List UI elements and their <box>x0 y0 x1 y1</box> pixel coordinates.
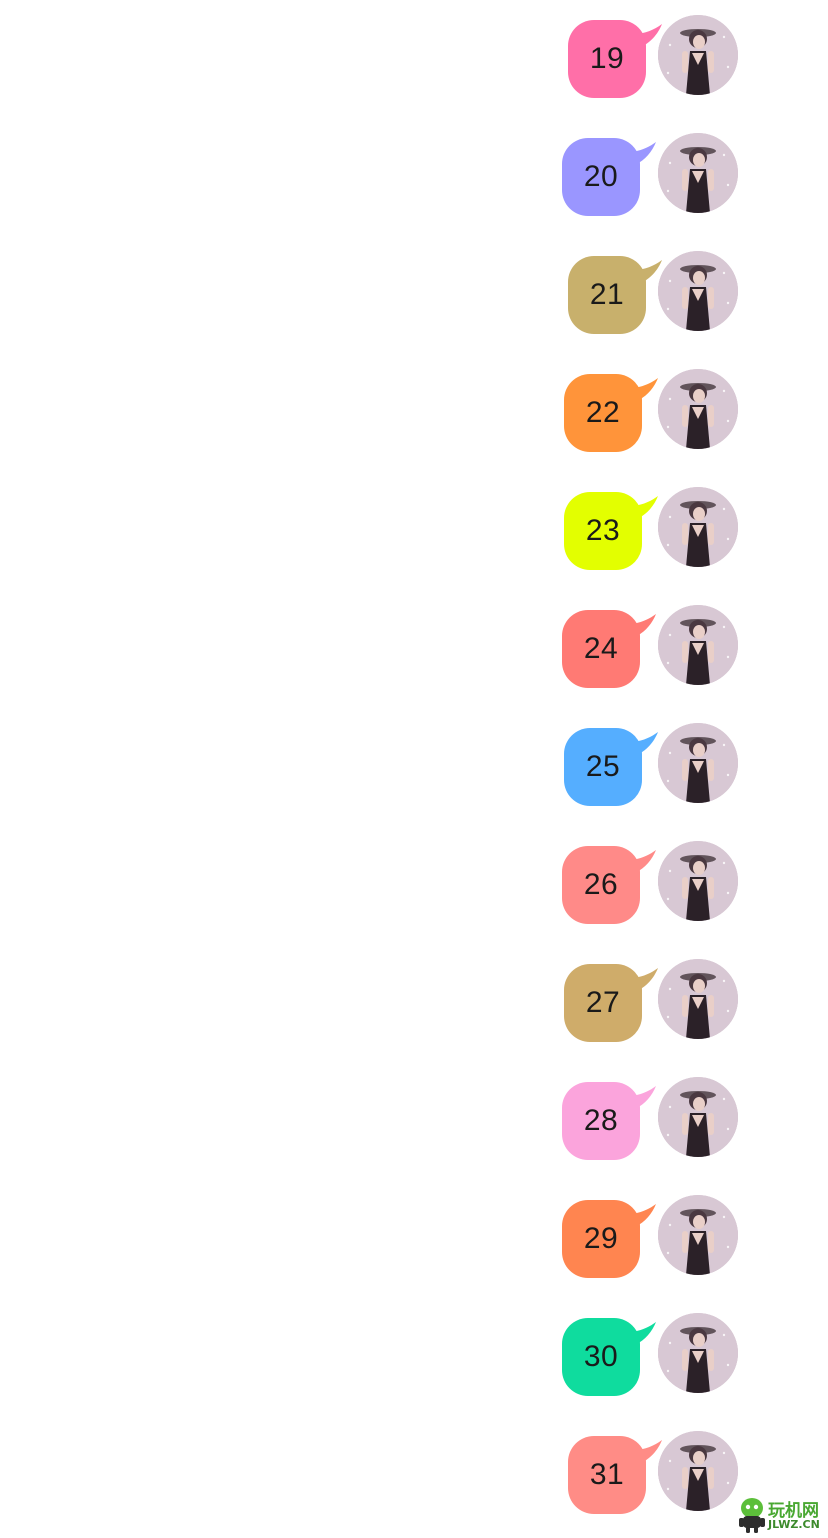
message-row[interactable]: 27 <box>560 944 800 1044</box>
user-avatar-photo-icon <box>658 251 738 331</box>
watermark-logo <box>739 1498 765 1533</box>
message-row[interactable]: 25 <box>560 708 800 808</box>
message-bubble-wrap[interactable]: 31 <box>568 1436 668 1516</box>
message-row[interactable]: 29 <box>560 1180 800 1280</box>
message-bubble[interactable]: 22 <box>564 374 642 452</box>
message-bubble-wrap[interactable]: 29 <box>562 1200 662 1280</box>
message-bubble-wrap[interactable]: 25 <box>564 728 664 808</box>
user-avatar[interactable] <box>658 1077 738 1157</box>
user-avatar-photo-icon <box>658 723 738 803</box>
user-avatar[interactable] <box>658 487 738 567</box>
user-avatar[interactable] <box>658 1431 738 1511</box>
message-row[interactable]: 21 <box>560 236 800 336</box>
message-bubble-wrap[interactable]: 30 <box>562 1318 662 1398</box>
message-bubble[interactable]: 28 <box>562 1082 640 1160</box>
message-bubble[interactable]: 31 <box>568 1436 646 1514</box>
user-avatar-photo-icon <box>658 605 738 685</box>
user-avatar-photo-icon <box>658 369 738 449</box>
message-bubble-wrap[interactable]: 22 <box>564 374 664 454</box>
message-bubble[interactable]: 21 <box>568 256 646 334</box>
user-avatar-photo-icon <box>658 1195 738 1275</box>
user-avatar-photo-icon <box>658 959 738 1039</box>
user-avatar[interactable] <box>658 133 738 213</box>
message-row[interactable]: 24 <box>560 590 800 690</box>
message-bubble[interactable]: 27 <box>564 964 642 1042</box>
user-avatar[interactable] <box>658 723 738 803</box>
message-bubble-wrap[interactable]: 20 <box>562 138 662 218</box>
watermark: 玩机网 JLWZ.CN <box>734 1496 826 1536</box>
message-bubble-wrap[interactable]: 21 <box>568 256 668 336</box>
message-bubble[interactable]: 19 <box>568 20 646 98</box>
user-avatar-photo-icon <box>658 487 738 567</box>
message-bubble[interactable]: 24 <box>562 610 640 688</box>
message-bubble-wrap[interactable]: 19 <box>568 20 668 100</box>
message-row[interactable]: 20 <box>560 118 800 218</box>
message-row[interactable]: 23 <box>560 472 800 572</box>
message-bubble[interactable]: 30 <box>562 1318 640 1396</box>
message-bubble-wrap[interactable]: 24 <box>562 610 662 690</box>
message-row[interactable]: 19 <box>560 0 800 100</box>
message-row[interactable]: 26 <box>560 826 800 926</box>
user-avatar-photo-icon <box>658 15 738 95</box>
user-avatar-photo-icon <box>658 133 738 213</box>
message-row[interactable]: 22 <box>560 354 800 454</box>
user-avatar-photo-icon <box>658 1077 738 1157</box>
user-avatar[interactable] <box>658 605 738 685</box>
message-bubble[interactable]: 25 <box>564 728 642 806</box>
user-avatar[interactable] <box>658 959 738 1039</box>
message-row[interactable]: 28 <box>560 1062 800 1162</box>
user-avatar-photo-icon <box>658 1313 738 1393</box>
user-avatar-photo-icon <box>658 841 738 921</box>
user-avatar-photo-icon <box>658 1431 738 1511</box>
chat-message-list[interactable]: 19 20 21 22 23 24 25 26 27 28 29 30 31 <box>0 0 828 1538</box>
user-avatar[interactable] <box>658 1195 738 1275</box>
user-avatar[interactable] <box>658 15 738 95</box>
message-bubble-wrap[interactable]: 27 <box>564 964 664 1044</box>
user-avatar[interactable] <box>658 841 738 921</box>
user-avatar[interactable] <box>658 1313 738 1393</box>
message-bubble-wrap[interactable]: 26 <box>562 846 662 926</box>
message-bubble[interactable]: 20 <box>562 138 640 216</box>
message-bubble-wrap[interactable]: 28 <box>562 1082 662 1162</box>
message-bubble[interactable]: 23 <box>564 492 642 570</box>
user-avatar[interactable] <box>658 369 738 449</box>
user-avatar[interactable] <box>658 251 738 331</box>
message-bubble[interactable]: 26 <box>562 846 640 924</box>
message-bubble-wrap[interactable]: 23 <box>564 492 664 572</box>
message-row[interactable]: 30 <box>560 1298 800 1398</box>
message-bubble[interactable]: 29 <box>562 1200 640 1278</box>
watermark-text: JLWZ.CN <box>768 1518 820 1531</box>
